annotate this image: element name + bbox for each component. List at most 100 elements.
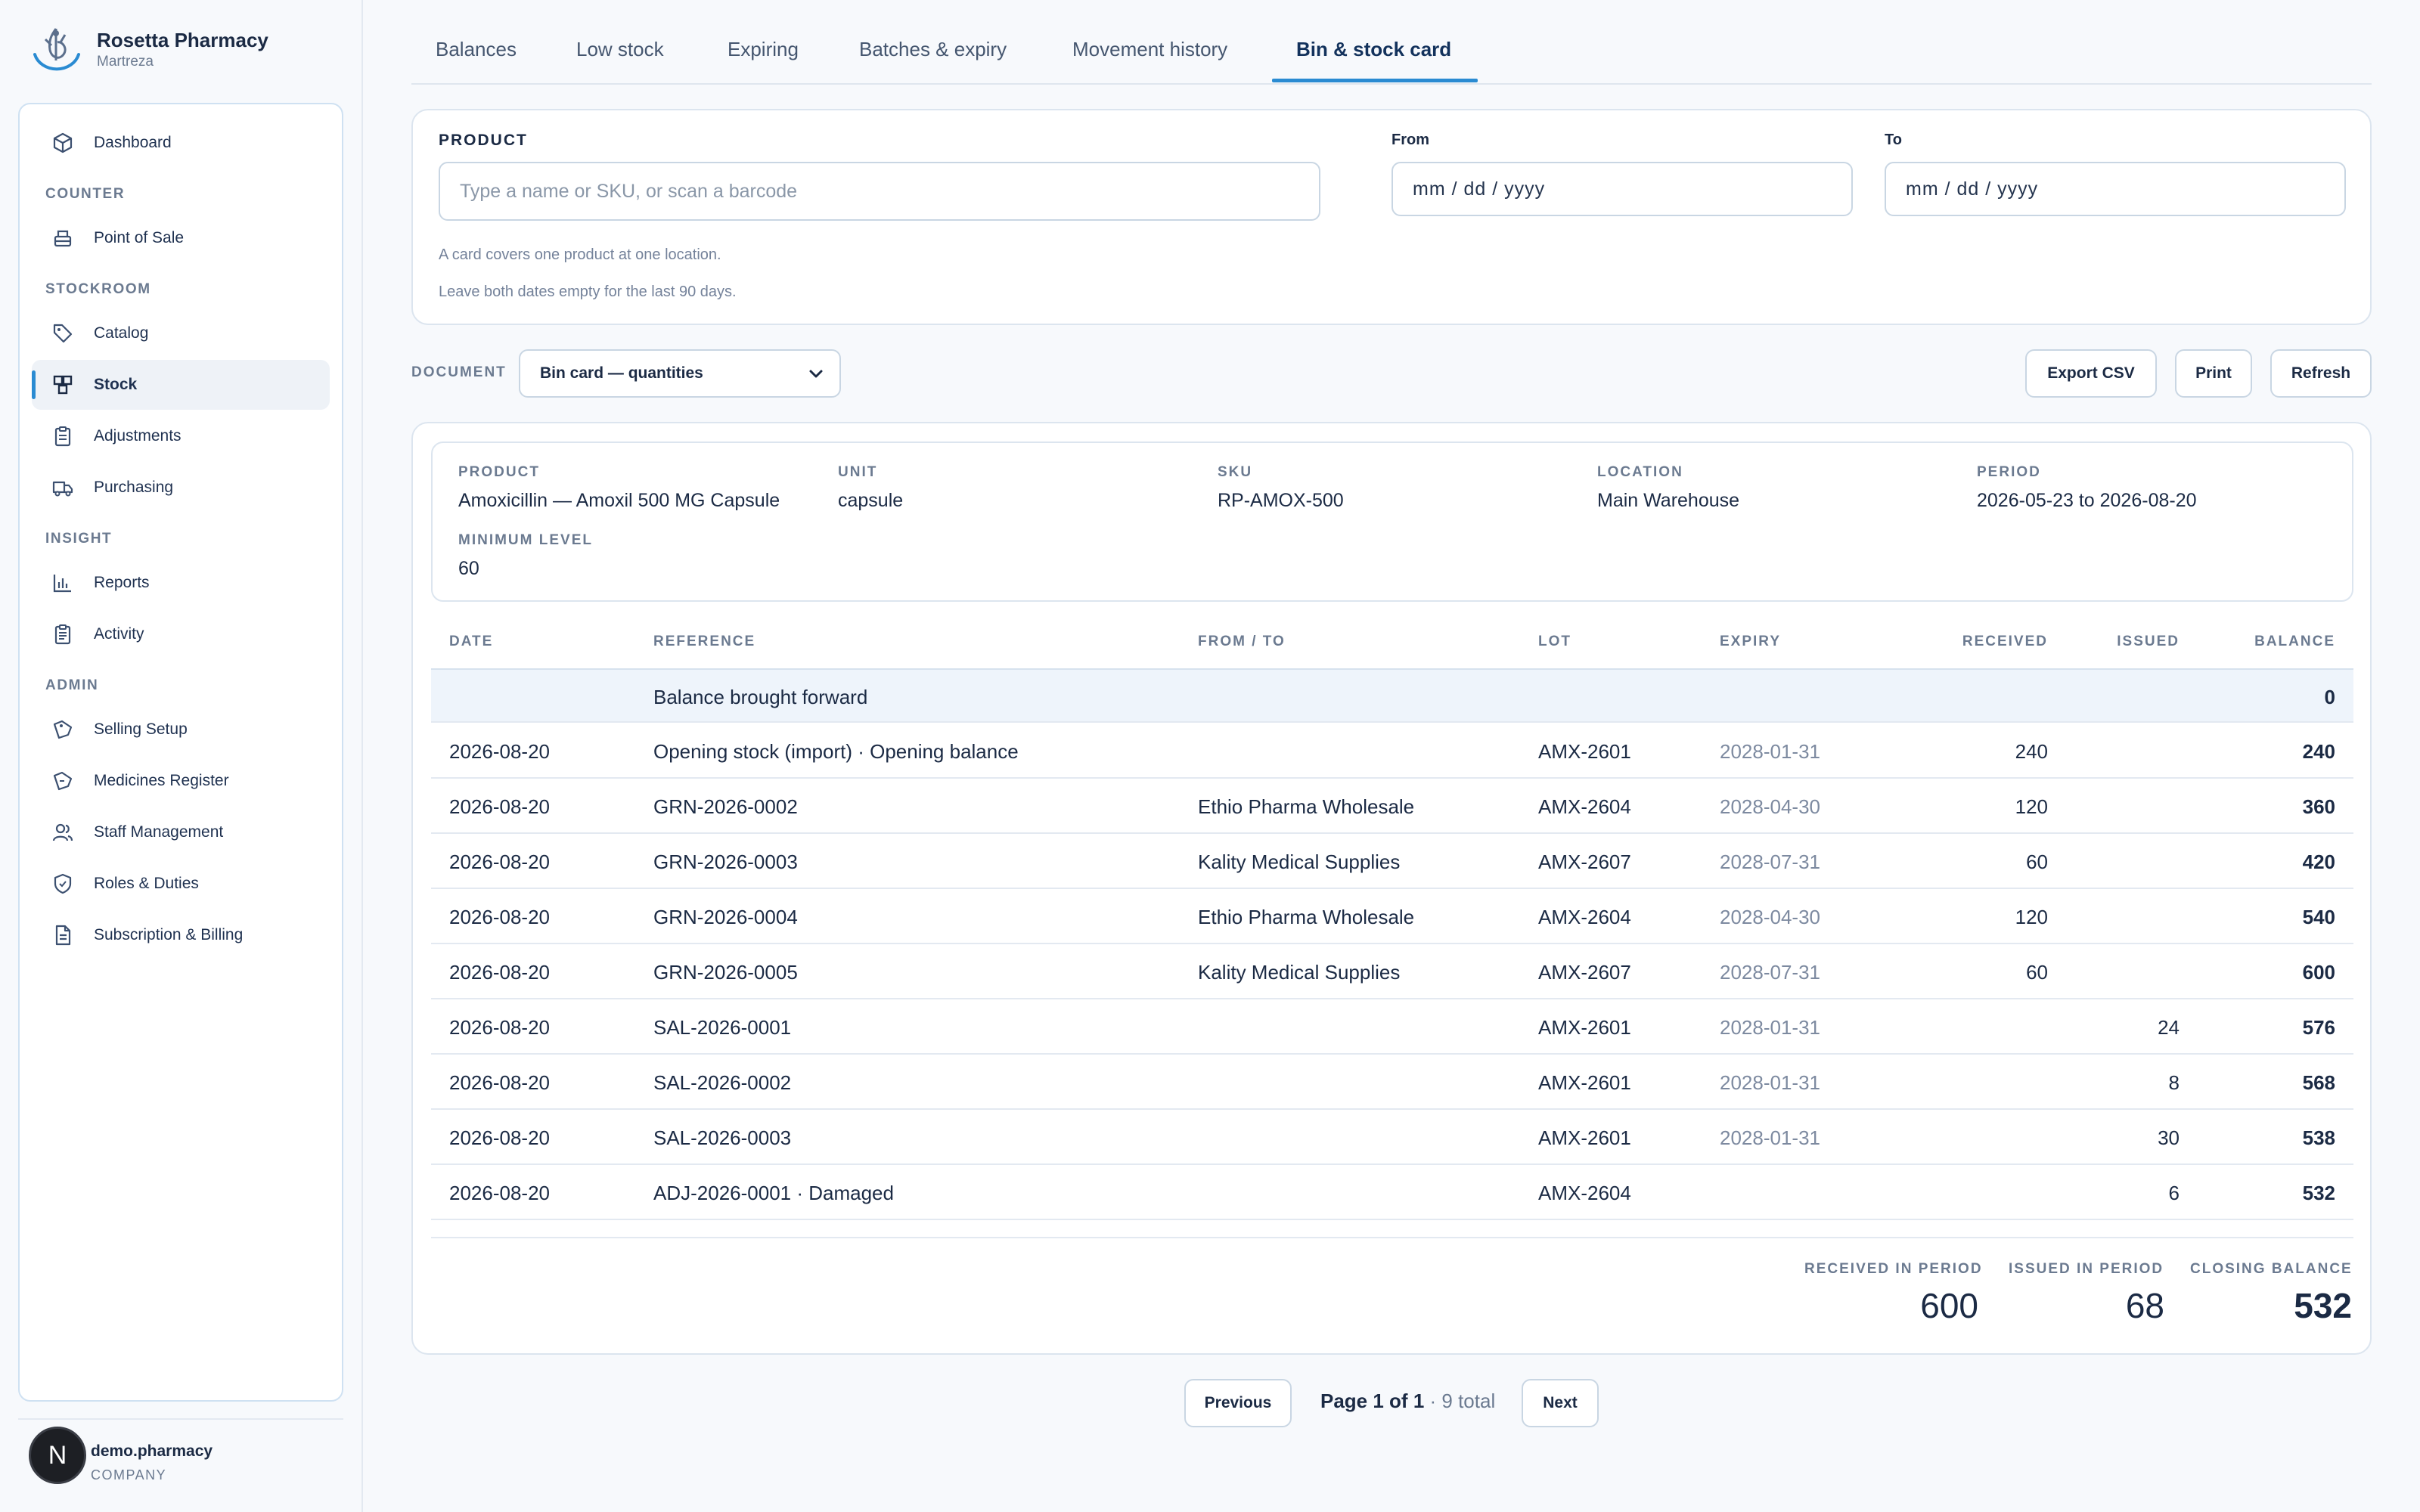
cell-lot: AMX-2607 bbox=[1538, 960, 1631, 984]
table-row[interactable]: 2026-08-20 SAL-2026-0003 AMX-2601 2028-01-3… bbox=[431, 1111, 2353, 1165]
sidebar-item-label: Medicines Register bbox=[94, 772, 229, 789]
cell-issued: 24 bbox=[2158, 1015, 2180, 1039]
col-reference: REFERENCE bbox=[653, 634, 756, 649]
sidebar-item-label: Point of Sale bbox=[94, 229, 185, 246]
document-select[interactable]: Bin card — quantities bbox=[519, 349, 841, 398]
sidebar-item-dashboard[interactable]: Dashboard bbox=[32, 118, 330, 168]
brought-forward-balance: 0 bbox=[2324, 685, 2335, 708]
cell-received: 240 bbox=[2015, 739, 2048, 763]
sidebar-item-reports[interactable]: Reports bbox=[32, 558, 330, 608]
cell-balance: 532 bbox=[2302, 1181, 2335, 1204]
sidebar-item-stock[interactable]: Stock bbox=[32, 360, 330, 410]
table-row[interactable]: 2026-08-20 ADJ-2026-0001 · Damaged AMX-260… bbox=[431, 1166, 2353, 1220]
hint-dates: Leave both dates empty for the last 90 d… bbox=[439, 284, 737, 300]
cell-reference: SAL-2026-0001 bbox=[653, 1015, 792, 1039]
section-counter: COUNTER bbox=[45, 186, 126, 202]
cell-received: 60 bbox=[2026, 850, 2048, 873]
tab-batches-expiry[interactable]: Batches & expiry bbox=[859, 38, 1007, 61]
closing-balance-value: 532 bbox=[2294, 1286, 2352, 1325]
brand[interactable]: Rosetta Pharmacy Martreza bbox=[29, 24, 268, 74]
cell-balance: 360 bbox=[2302, 795, 2335, 818]
cell-reference: GRN-2026-0004 bbox=[653, 905, 798, 928]
tab-low-stock[interactable]: Low stock bbox=[576, 38, 664, 61]
table-row[interactable]: 2026-08-20 GRN-2026-0002 Ethio Pharma Whol… bbox=[431, 779, 2353, 834]
cell-from-to: Kality Medical Supplies bbox=[1198, 960, 1401, 984]
sidebar-item-label: Stock bbox=[94, 376, 138, 393]
cell-expiry: 2028-04-30 bbox=[1720, 795, 1820, 818]
received-in-period-value: 600 bbox=[1920, 1286, 1978, 1325]
sidebar: Rosetta Pharmacy Martreza Dashboard COUN… bbox=[0, 0, 363, 1512]
table-row[interactable]: 2026-08-20 GRN-2026-0003 Kality Medical Su… bbox=[431, 835, 2353, 889]
info-sku: RP-AMOX-500 bbox=[1218, 490, 1344, 511]
cell-received bbox=[1891, 1000, 2048, 1055]
issued-in-period-label: ISSUED IN PERIOD bbox=[2009, 1261, 2164, 1277]
col-from-to: FROM / TO bbox=[1198, 634, 1286, 649]
active-tab-indicator bbox=[1272, 79, 1478, 82]
table-row[interactable]: 2026-08-20 GRN-2026-0005 Kality Medical Su… bbox=[431, 945, 2353, 999]
info-period: 2026-05-23 to 2026-08-20 bbox=[1977, 490, 2197, 511]
cell-date: 2026-08-20 bbox=[449, 850, 550, 873]
table-row[interactable]: 2026-08-20 SAL-2026-0002 AMX-2601 2028-01-3… bbox=[431, 1055, 2353, 1110]
info-product: Amoxicillin — Amoxil 500 MG Capsule bbox=[458, 490, 780, 511]
previous-page-button[interactable]: Previous bbox=[1184, 1379, 1292, 1427]
info-unit: capsule bbox=[838, 490, 904, 511]
export-csv-button[interactable]: Export CSV bbox=[2025, 349, 2157, 398]
table-row[interactable]: 2026-08-20 GRN-2026-0004 Ethio Pharma Whol… bbox=[431, 890, 2353, 944]
total-count-text: · 9 total bbox=[1429, 1390, 1496, 1412]
sidebar-item-roles-duties[interactable]: Roles & Duties bbox=[32, 859, 330, 909]
sidebar-item-purchasing[interactable]: Purchasing bbox=[32, 463, 330, 513]
product-field-label: PRODUCT bbox=[439, 132, 528, 149]
to-date-input[interactable]: mm / dd / yyyy bbox=[1885, 162, 2346, 216]
sidebar-item-point-of-sale[interactable]: Point of Sale bbox=[32, 213, 330, 263]
from-date-input[interactable]: mm / dd / yyyy bbox=[1392, 162, 1853, 216]
next-page-button[interactable]: Next bbox=[1522, 1379, 1599, 1427]
table-row[interactable]: 2026-08-20 Opening stock (import) · Openi… bbox=[431, 724, 2353, 779]
cell-expiry: 2028-07-31 bbox=[1720, 850, 1820, 873]
product-search-input[interactable]: Type a name or SKU, or scan a barcode bbox=[439, 162, 1320, 221]
app-name: Rosetta Pharmacy bbox=[97, 29, 268, 51]
cell-lot: AMX-2604 bbox=[1538, 795, 1631, 818]
user-divider bbox=[18, 1418, 343, 1420]
refresh-button[interactable]: Refresh bbox=[2270, 349, 2372, 398]
cell-reference: GRN-2026-0003 bbox=[653, 850, 798, 873]
cell-lot: AMX-2601 bbox=[1538, 1015, 1631, 1039]
sidebar-item-catalog[interactable]: Catalog bbox=[32, 308, 330, 358]
brought-forward-label: Balance brought forward bbox=[653, 685, 868, 708]
cell-from-to: Ethio Pharma Wholesale bbox=[1198, 795, 1415, 818]
issued-in-period-value: 68 bbox=[2125, 1286, 2164, 1325]
info-location: Main Warehouse bbox=[1597, 490, 1740, 511]
sidebar-item-medicines-register[interactable]: Medicines Register bbox=[32, 756, 330, 806]
col-date: DATE bbox=[449, 634, 494, 649]
table-row[interactable]: 2026-08-20 SAL-2026-0001 AMX-2601 2028-01-3… bbox=[431, 1000, 2353, 1055]
tab-balances[interactable]: Balances bbox=[436, 38, 517, 61]
price-tag-icon bbox=[51, 718, 74, 741]
cube-icon bbox=[51, 132, 74, 154]
print-button[interactable]: Print bbox=[2175, 349, 2252, 398]
cell-balance: 600 bbox=[2302, 960, 2335, 984]
summary-divider bbox=[431, 1237, 2353, 1238]
cell-balance: 420 bbox=[2302, 850, 2335, 873]
cell-balance: 576 bbox=[2302, 1015, 2335, 1039]
sidebar-item-label: Dashboard bbox=[94, 134, 172, 151]
cell-received: 120 bbox=[2015, 905, 2048, 928]
sidebar-item-adjustments[interactable]: Adjustments bbox=[32, 411, 330, 461]
cell-date: 2026-08-20 bbox=[449, 1126, 550, 1149]
sidebar-item-staff-management[interactable]: Staff Management bbox=[32, 807, 330, 857]
cell-from-to: Kality Medical Supplies bbox=[1198, 850, 1401, 873]
sidebar-item-selling-setup[interactable]: Selling Setup bbox=[32, 705, 330, 754]
tab-movement-history[interactable]: Movement history bbox=[1072, 38, 1227, 61]
avatar[interactable]: N bbox=[29, 1427, 86, 1484]
sidebar-item-label: Selling Setup bbox=[94, 720, 188, 738]
cell-expiry: 2028-07-31 bbox=[1720, 960, 1820, 984]
user-name[interactable]: demo.pharmacy bbox=[91, 1442, 213, 1461]
tab-expiring[interactable]: Expiring bbox=[728, 38, 799, 61]
tab-bin-stock-card[interactable]: Bin & stock card bbox=[1296, 38, 1451, 61]
section-insight: INSIGHT bbox=[45, 531, 113, 547]
document-label: DOCUMENT bbox=[411, 364, 507, 380]
received-in-period-label: RECEIVED IN PERIOD bbox=[1804, 1261, 1983, 1277]
sidebar-item-activity[interactable]: Activity bbox=[32, 609, 330, 659]
hint-location: A card covers one product at one locatio… bbox=[439, 246, 721, 263]
sidebar-item-subscription-billing[interactable]: Subscription & Billing bbox=[32, 910, 330, 960]
cell-received bbox=[1891, 1055, 2048, 1110]
cell-balance: 540 bbox=[2302, 905, 2335, 928]
